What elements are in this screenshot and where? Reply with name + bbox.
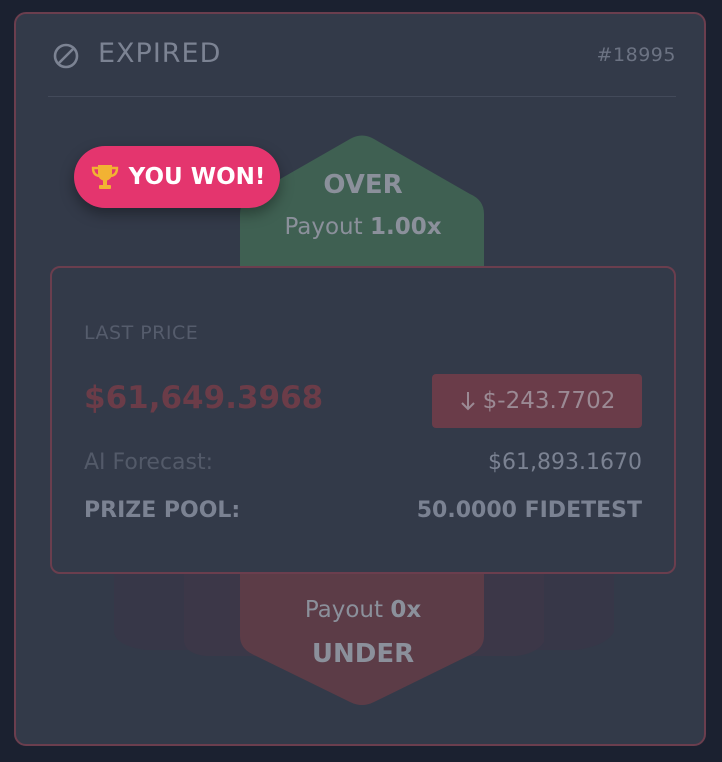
under-shape	[240, 570, 484, 705]
price-panel: LAST PRICE $61,649.3968 $-243.7702 AI Fo…	[50, 266, 676, 574]
over-payout-value: 1.00x	[369, 214, 442, 240]
over-payout-label: Payout	[284, 214, 363, 240]
under-payout-label: Payout	[304, 597, 384, 623]
over-payout: Payout 1.00x	[238, 214, 488, 240]
trophy-icon	[91, 165, 118, 189]
under-payout: Payout 0x	[238, 597, 488, 623]
arrow-down-icon	[460, 392, 475, 411]
over-shape	[240, 135, 484, 268]
ai-forecast-label: AI Forecast:	[84, 450, 214, 475]
last-price-value: $61,649.3968	[84, 380, 324, 416]
ai-forecast-value: $61,893.1670	[488, 450, 642, 475]
price-change-badge: $-243.7702	[432, 374, 642, 428]
prize-pool-label: PRIZE POOL:	[84, 498, 241, 523]
prize-pool-value: 50.0000 FIDETEST	[416, 498, 642, 523]
round-card[interactable]: EXPIRED #18995 OVER Payout 1.00x Payout …	[14, 12, 706, 746]
under-payout-value: 0x	[390, 597, 422, 623]
last-price-label: LAST PRICE	[84, 322, 199, 344]
you-won-text: YOU WON!	[128, 164, 266, 190]
under-label[interactable]: UNDER	[238, 639, 488, 669]
you-won-badge: YOU WON!	[74, 146, 280, 208]
price-change-value: $-243.7702	[482, 388, 616, 414]
